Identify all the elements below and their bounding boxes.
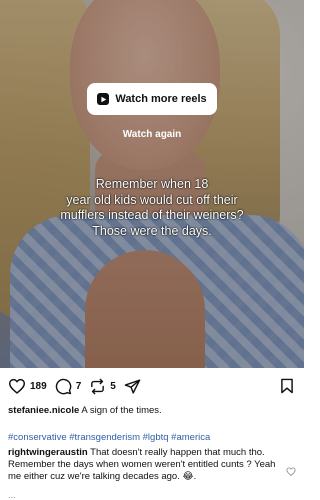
- action-bar: 189 7 5: [0, 374, 304, 398]
- comment-button[interactable]: 7: [55, 378, 82, 395]
- watch-more-label: Watch more reels: [115, 93, 207, 105]
- comment-like-button[interactable]: [286, 463, 296, 481]
- bookmark-icon: [281, 378, 293, 394]
- caption-line: Remember when 18: [95, 177, 209, 191]
- video-caption: Remember when 18 year old kids would cut…: [30, 177, 274, 239]
- reel-video[interactable]: Watch more reels Watch again Remember wh…: [0, 0, 304, 368]
- post-caption: stefaniee.nicole A sign of the times.: [8, 405, 296, 417]
- post-caption-text: A sign of the times.: [81, 405, 162, 416]
- caption-line: mufflers instead of their weiners?: [60, 208, 244, 222]
- more-comments[interactable]: ...: [8, 490, 16, 500]
- repost-button[interactable]: 5: [89, 378, 116, 395]
- caption-line: Those were the days.: [92, 223, 212, 238]
- heart-icon: [8, 378, 26, 394]
- post-username[interactable]: stefaniee.nicole: [8, 405, 79, 416]
- comment-icon: [55, 378, 72, 394]
- send-icon: [124, 378, 141, 394]
- post-hashtags[interactable]: #conservative #transgenderism #lgbtq #am…: [8, 432, 296, 444]
- watch-again-button[interactable]: Watch again: [0, 129, 304, 140]
- caption-line: year old kids would cut off their: [66, 192, 238, 207]
- comment-username[interactable]: rightwingeraustin: [8, 447, 88, 458]
- watch-more-reels-button[interactable]: Watch more reels: [87, 83, 217, 115]
- play-icon: [97, 93, 110, 105]
- like-count: 189: [30, 380, 47, 392]
- comment-count: 7: [75, 380, 82, 392]
- save-button[interactable]: [280, 378, 294, 399]
- share-button[interactable]: [124, 378, 141, 395]
- repost-count: 5: [110, 380, 116, 392]
- heart-icon: [286, 467, 296, 476]
- like-button[interactable]: 189: [8, 378, 47, 394]
- repost-icon: [91, 378, 105, 394]
- comment: rightwingeraustin That doesn't really ha…: [8, 447, 276, 483]
